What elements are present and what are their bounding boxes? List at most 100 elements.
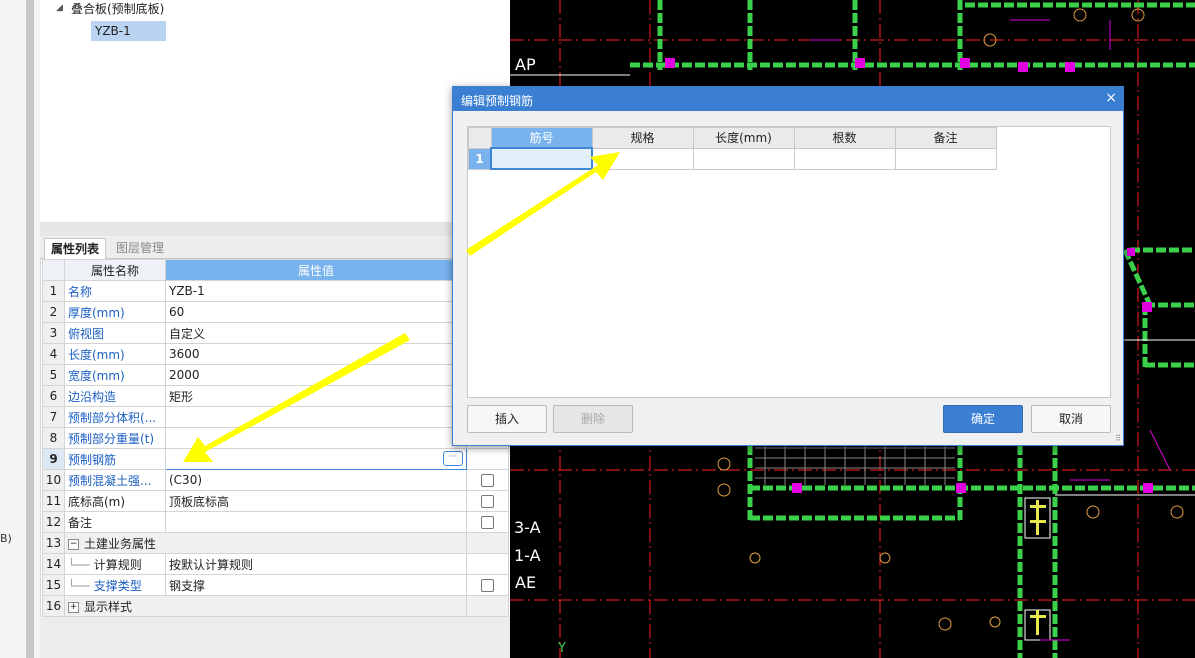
public-property-checkbox[interactable] [481,516,494,529]
property-row-remark[interactable]: 12 备注 [42,511,509,533]
row-extra [466,595,509,617]
tree-node-yzb-1[interactable]: YZB-1 [91,21,166,41]
delete-button[interactable]: 删除 [553,405,633,433]
ok-button[interactable]: 确定 [943,405,1023,433]
row-number: 15 [42,574,65,596]
tab-property-list[interactable]: 属性列表 [44,238,107,259]
public-property-checkbox[interactable] [481,474,494,487]
property-row-thickness[interactable]: 2 厚度(mm) 60 [42,301,509,323]
group-label-cell: + 显示样式 [64,595,467,617]
property-value[interactable] [165,427,467,449]
insert-button[interactable]: 插入 [467,405,547,433]
property-grid-header: 属性名称 属性值 [42,259,509,281]
public-property-checkbox[interactable] [481,579,494,592]
column-length[interactable]: 长度(mm) [692,127,795,149]
dialog-titlebar[interactable]: 编辑预制钢筋 × [453,87,1123,111]
property-label: 底标高(m) [64,490,166,512]
count-cell[interactable] [793,147,896,170]
property-row-support-type[interactable]: 15 └── 支撑类型 钢支撑 [42,574,509,596]
expand-icon[interactable]: + [68,601,79,613]
property-row-concrete-strength[interactable]: 10 预制混凝土强... (C30) [42,469,509,491]
row-number: 10 [42,469,65,491]
row-number: 9 [42,448,65,470]
property-row-precast-weight[interactable]: 8 预制部分重量(t) [42,427,509,449]
row-number: 1 [42,280,65,302]
ellipsis-button[interactable]: ··· [443,451,463,466]
property-label: 预制部分重量(t) [64,427,166,449]
row-number: 6 [42,385,65,407]
left-side-strip [0,0,41,658]
bar-number-cell[interactable] [490,147,593,170]
column-specification[interactable]: 规格 [591,127,694,149]
property-value[interactable]: 顶板底标高 [165,490,467,512]
property-row-precast-rebar[interactable]: 9 预制钢筋 ··· [42,448,509,470]
property-panel-empty-area [40,617,510,658]
property-row-calc-rule[interactable]: 14 └── 计算规则 按默认计算规则 [42,553,509,575]
property-row-top-view[interactable]: 3 俯视图 自定义 [42,322,509,344]
tree-connector: └── [68,578,90,593]
edit-precast-rebar-dialog: 编辑预制钢筋 × 筋号 规格 长度(mm) 根数 备注 1 插入 删除 确定 取… [452,86,1124,446]
property-label-cell: └── 支撑类型 [64,574,166,596]
row-number: 16 [42,595,65,617]
length-cell[interactable] [692,147,795,170]
row-number: 1 [468,147,492,170]
property-label: 名称 [64,280,166,302]
property-tabs: 属性列表 图层管理 [40,236,510,259]
property-value[interactable] [165,406,467,428]
property-value[interactable]: 3600 [165,343,467,365]
row-number: 2 [42,301,65,323]
y-axis-marker: Y [558,641,566,656]
panel-splitter[interactable] [40,222,510,236]
property-value[interactable]: YZB-1 [165,280,467,302]
resize-grip-icon[interactable]: ⠿ [1115,434,1121,443]
property-label-cell: └── 计算规则 [64,553,166,575]
tree-collapse-icon[interactable]: ◢ [56,3,63,13]
property-row-width[interactable]: 5 宽度(mm) 2000 [42,364,509,386]
column-count[interactable]: 根数 [793,127,896,149]
precast-rebar-edit-cell[interactable]: ··· [165,448,467,470]
tab-layer-management[interactable]: 图层管理 [110,238,170,258]
dialog-title: 编辑预制钢筋 [461,94,534,108]
property-value[interactable]: 2000 [165,364,467,386]
row-extra [466,553,509,575]
header-corner [468,127,492,149]
remark-cell[interactable] [894,147,997,170]
property-group-civil[interactable]: 13 − 土建业务属性 [42,532,509,554]
property-row-length[interactable]: 4 长度(mm) 3600 [42,343,509,365]
rebar-grid-area[interactable]: 筋号 规格 长度(mm) 根数 备注 1 [467,126,1111,398]
row-number: 14 [42,553,65,575]
specification-cell[interactable] [591,147,694,170]
column-remark[interactable]: 备注 [894,127,997,149]
axis-label-ap: AP [515,55,536,74]
row-number: 8 [42,427,65,449]
column-bar-number[interactable]: 筋号 [490,127,593,149]
property-label: 预制部分体积(... [64,406,166,428]
group-label: 显示样式 [84,599,133,614]
property-row-name[interactable]: 1 名称 YZB-1 [42,280,509,302]
property-label: 备注 [64,511,166,533]
property-row-precast-volume[interactable]: 7 预制部分体积(... [42,406,509,428]
close-icon[interactable]: × [1105,90,1117,106]
property-value[interactable]: 钢支撑 [165,574,467,596]
axis-label-ae: AE [515,573,537,592]
property-group-display[interactable]: 16 + 显示样式 [42,595,509,617]
collapse-icon[interactable]: − [68,538,79,550]
cancel-button[interactable]: 取消 [1031,405,1111,433]
group-label-cell: − 土建业务属性 [64,532,467,554]
left-scrollbar[interactable] [26,0,34,658]
property-value[interactable]: 自定义 [165,322,467,344]
property-value[interactable]: 矩形 [165,385,467,407]
table-row[interactable]: 1 [468,147,997,170]
property-value[interactable] [165,511,467,533]
row-checkbox-cell [466,490,509,512]
property-label: 边沿构造 [64,385,166,407]
property-row-bottom-elevation[interactable]: 11 底标高(m) 顶板底标高 [42,490,509,512]
public-property-checkbox[interactable] [481,495,494,508]
property-value[interactable]: 60 [165,301,467,323]
property-value[interactable]: (C30) [165,469,467,491]
rebar-table: 筋号 规格 长度(mm) 根数 备注 1 [468,127,997,170]
property-label: 俯视图 [64,322,166,344]
property-row-edge[interactable]: 6 边沿构造 矩形 [42,385,509,407]
tree-node-composite-slab[interactable]: 叠合板(预制底板) [71,0,164,17]
property-value[interactable]: 按默认计算规则 [165,553,467,575]
